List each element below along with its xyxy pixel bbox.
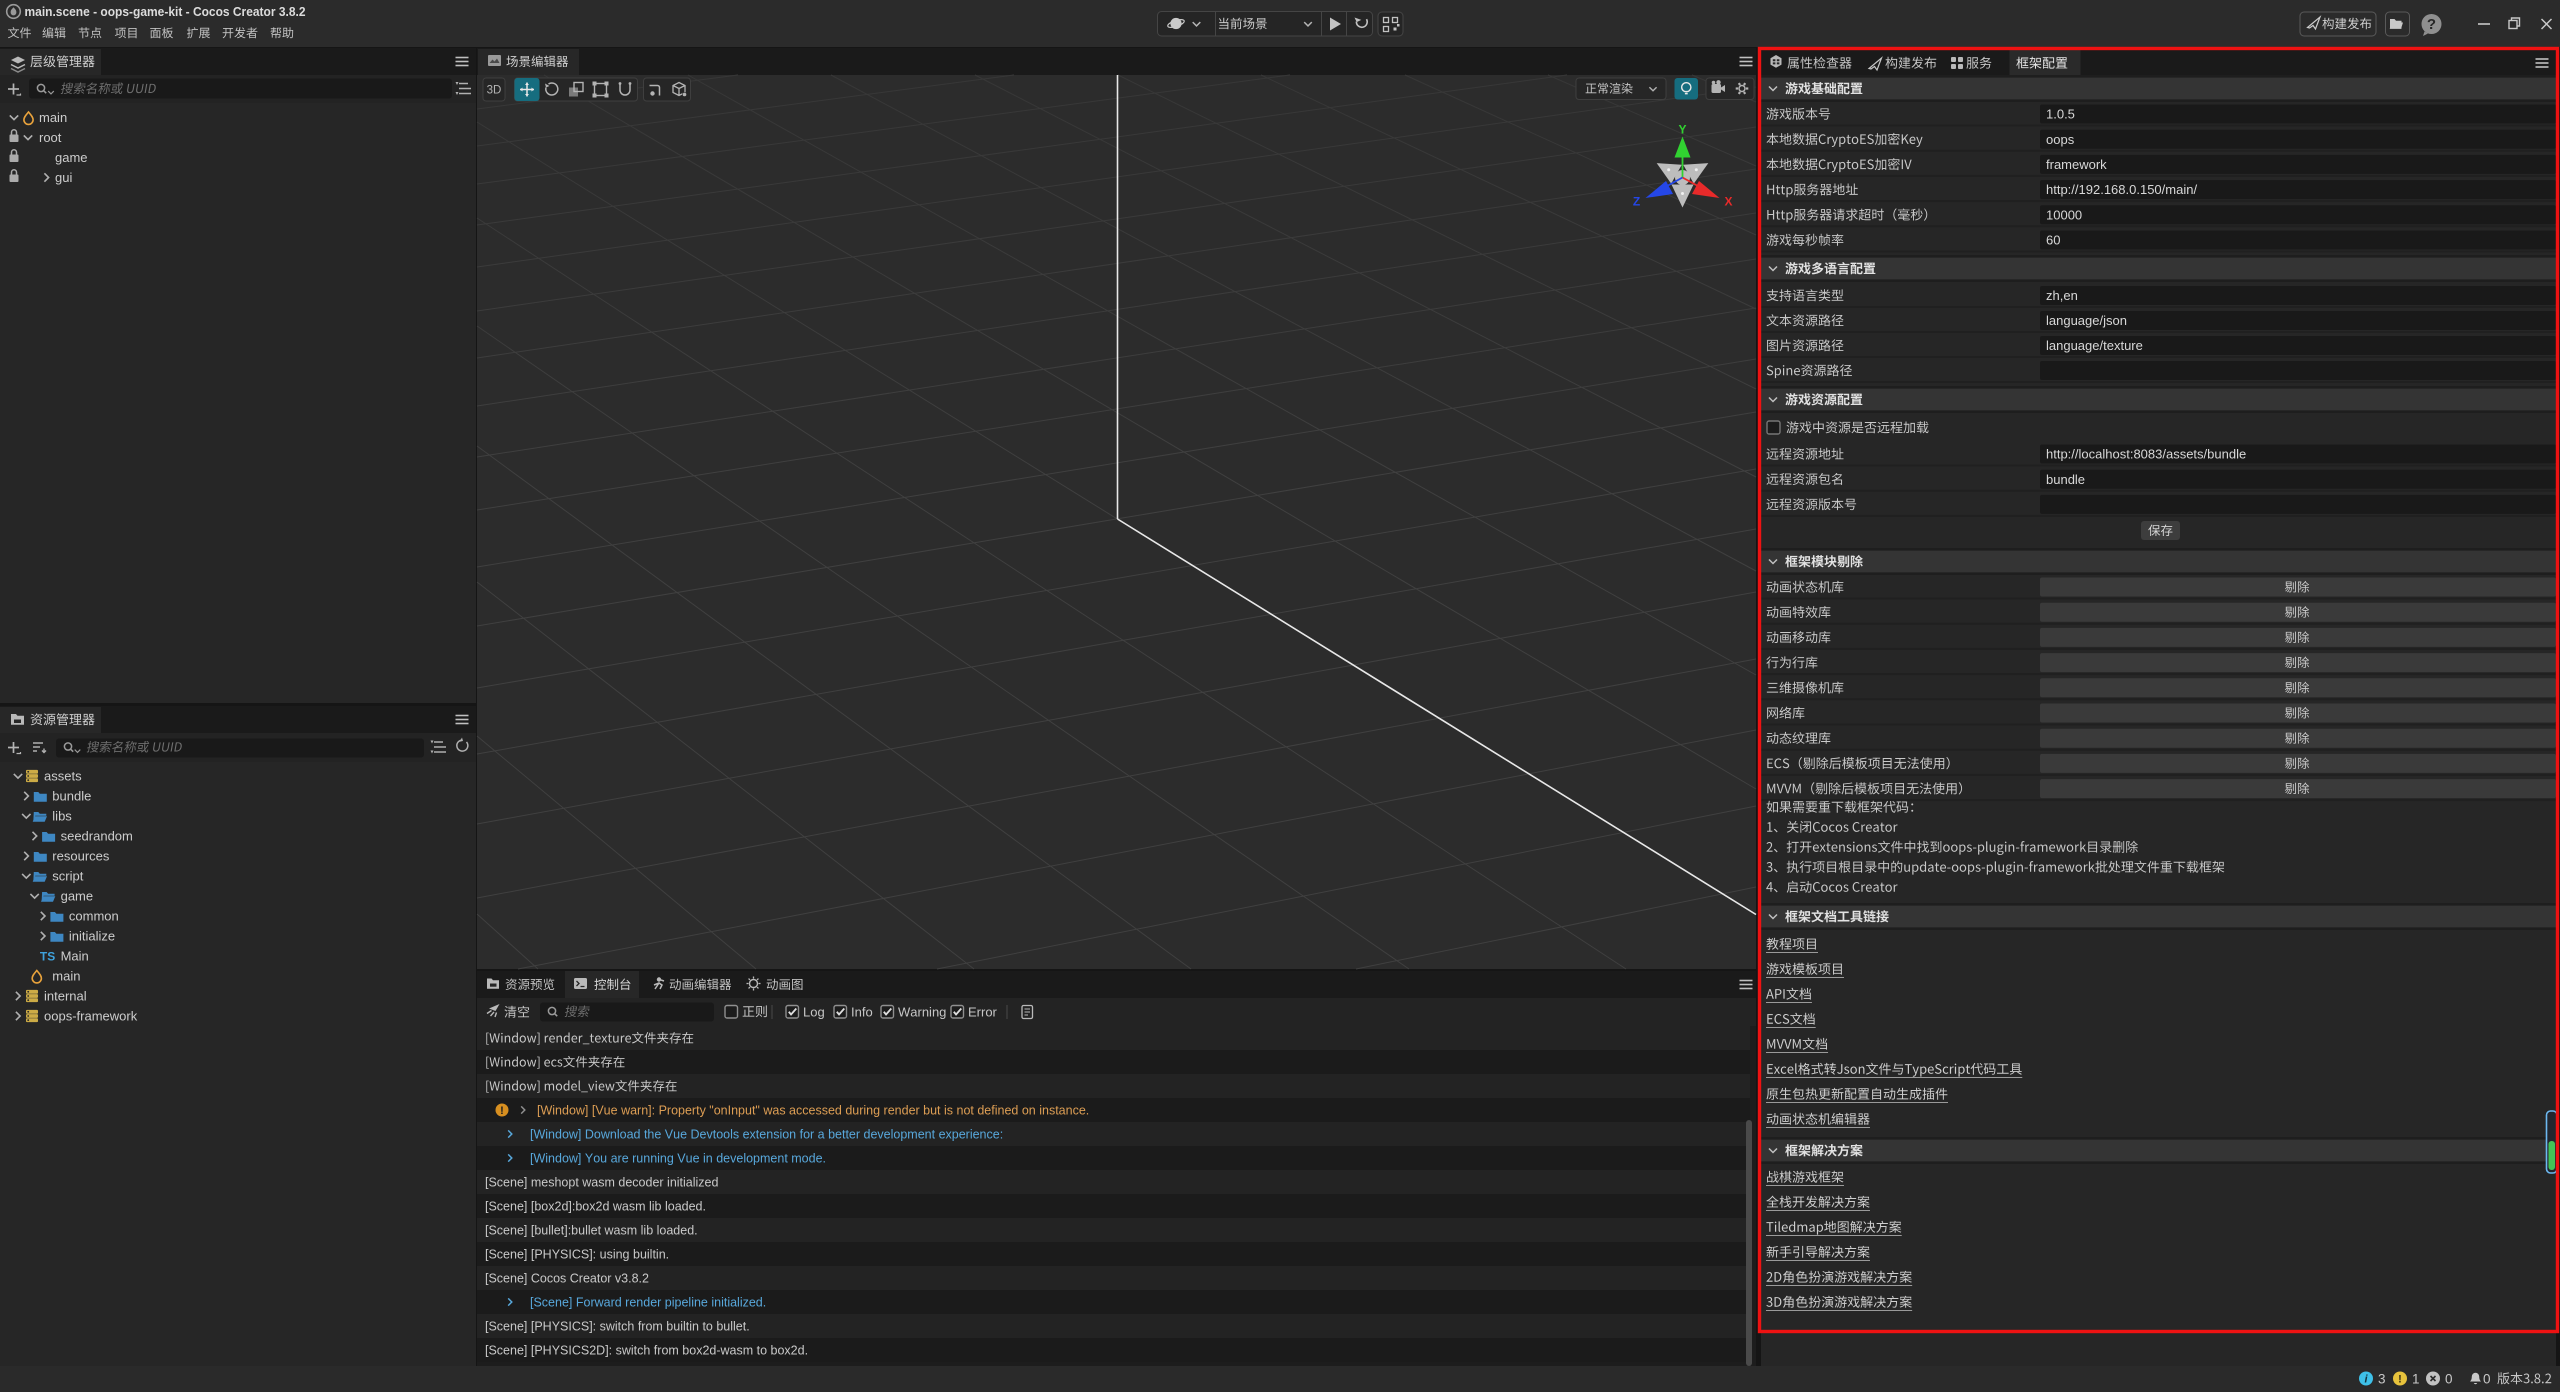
svg-text:[Window] [Vue warn]: Property: [Window] [Vue warn]: Property "onInput" … [537,1103,1089,1117]
svg-text:bundle: bundle [2046,472,2085,487]
svg-text:Info: Info [851,1005,873,1020]
svg-text:[Scene] [PHYSICS2D]: switch fr: [Scene] [PHYSICS2D]: switch from box2d-w… [485,1343,808,1357]
svg-text:3D: 3D [487,85,502,97]
svg-text:[Scene] Cocos Creator v3.8.2: [Scene] Cocos Creator v3.8.2 [485,1271,649,1285]
svg-text:[Scene] [PHYSICS]: using built: [Scene] [PHYSICS]: using builtin. [485,1247,669,1261]
svg-text:X: X [1724,195,1732,209]
svg-text:http://192.168.0.150/main/: http://192.168.0.150/main/ [2046,182,2197,197]
svg-text:Log: Log [803,1005,825,1020]
svg-text:internal: internal [44,989,87,1004]
svg-text:oops: oops [2046,132,2075,147]
svg-text:main: main [52,969,80,984]
svg-text:game: game [61,889,94,904]
svg-text:60: 60 [2046,233,2060,248]
svg-text:3: 3 [2378,1372,2386,1387]
svg-text:?: ? [2427,16,2436,33]
svg-text:assets: assets [44,769,82,784]
svg-text:[Scene] [PHYSICS]: switch from: [Scene] [PHYSICS]: switch from builtin t… [485,1319,750,1333]
svg-text:game: game [55,150,88,165]
svg-text:Warning: Warning [898,1005,946,1020]
svg-text:[Scene] [bullet]:bullet wasm l: [Scene] [bullet]:bullet wasm lib loaded. [485,1223,698,1237]
svg-text:libs: libs [52,809,72,824]
svg-text:zh,en: zh,en [2046,288,2078,303]
svg-text:1: 1 [2412,1372,2420,1387]
svg-text:[Window] You are running Vue i: [Window] You are running Vue in developm… [530,1151,826,1165]
svg-text:Main: Main [61,949,89,964]
svg-text:1.0.5: 1.0.5 [2046,107,2075,122]
svg-text:[Scene] [box2d]:box2d wasm lib: [Scene] [box2d]:box2d wasm lib loaded. [485,1199,706,1213]
svg-text:[Window] Download the Vue Devt: [Window] Download the Vue Devtools exten… [530,1127,1003,1141]
svg-text:http://localhost:8083/assets/b: http://localhost:8083/assets/bundle [2046,447,2246,462]
svg-text:language/texture: language/texture [2046,338,2143,353]
svg-text:0: 0 [2445,1372,2453,1387]
svg-text:!: ! [2398,1374,2402,1386]
svg-text:[Scene] meshopt wasm decoder i: [Scene] meshopt wasm decoder initialized [485,1175,719,1189]
svg-text:TS: TS [40,950,55,964]
svg-text:common: common [69,909,119,924]
svg-text:10000: 10000 [2046,207,2082,222]
svg-text:0: 0 [2483,1372,2491,1387]
svg-text:!: ! [500,1105,504,1117]
svg-text:Y: Y [1678,123,1686,137]
svg-text:Error: Error [968,1005,998,1020]
svg-text:resources: resources [52,849,110,864]
svg-text:initialize: initialize [69,929,115,944]
svg-text:Z: Z [1633,195,1640,209]
svg-text:[Scene] Forward render pipelin: [Scene] Forward render pipeline initiali… [530,1295,766,1309]
svg-text:language/json: language/json [2046,313,2127,328]
svg-text:seedrandom: seedrandom [61,829,133,844]
svg-text:script: script [52,869,83,884]
svg-text:framework: framework [2046,157,2107,172]
svg-text:gui: gui [55,170,72,185]
svg-text:main.scene - oops-game-kit - C: main.scene - oops-game-kit - Cocos Creat… [25,5,306,19]
svg-text:main: main [39,110,67,125]
svg-text:oops-framework: oops-framework [44,1009,138,1024]
svg-text:bundle: bundle [52,789,91,804]
svg-text:root: root [39,130,62,145]
